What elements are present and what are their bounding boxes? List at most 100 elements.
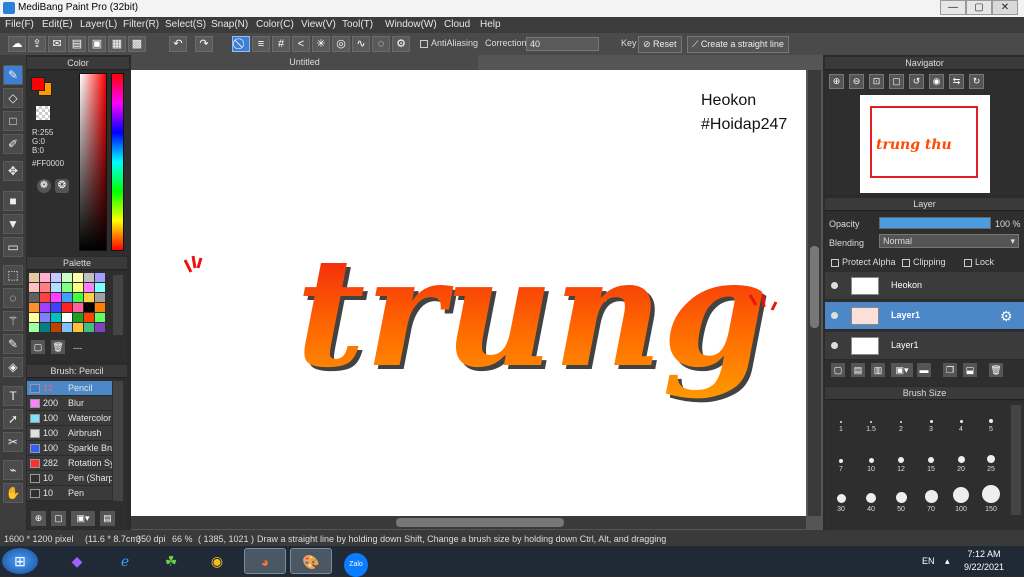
correction-select[interactable]: 40 (526, 37, 599, 51)
visibility-icon[interactable] (831, 312, 838, 319)
palette-swatch[interactable] (73, 283, 83, 292)
hand-tool-icon[interactable]: ✋ (3, 483, 23, 503)
palette-swatch[interactable] (29, 273, 39, 282)
protect-alpha-option[interactable]: Protect Alpha (831, 257, 896, 267)
color-wheel-icon[interactable]: ❁ (37, 179, 51, 193)
brush-size-option[interactable]: 150 (981, 485, 1001, 521)
canvas-vertical-scrollbar[interactable] (808, 70, 821, 516)
comment-icon[interactable]: ✉ (48, 36, 66, 52)
bucket-tool-icon[interactable]: ▼ (3, 214, 23, 234)
transparent-swatch[interactable] (36, 106, 50, 120)
menu-tool[interactable]: Tool(T) (342, 19, 373, 30)
new-halftone-layer-icon[interactable]: ▤ (851, 363, 865, 377)
layer-row[interactable]: Heokon (825, 272, 1024, 300)
palette-swatch[interactable] (62, 303, 72, 312)
menu-file[interactable]: File(F) (5, 19, 34, 30)
reset-button[interactable]: ⊘ Reset (638, 36, 682, 53)
curve-snap-icon[interactable]: ∿ (352, 36, 370, 52)
menu-edit[interactable]: Edit(E) (42, 19, 73, 30)
add-swatch-icon[interactable]: ▢ (31, 340, 45, 354)
navigator-preview[interactable]: trung thu (860, 95, 990, 193)
text-tool-icon[interactable]: T (3, 386, 23, 406)
share-icon[interactable]: ⇪ (28, 36, 46, 52)
menu-help[interactable]: Help (480, 19, 501, 30)
paint-icon[interactable]: 🎨 (290, 548, 332, 574)
protect-alpha-checkbox[interactable] (831, 258, 839, 267)
blending-select[interactable]: Normal ▾ (879, 234, 1019, 248)
brush-tool-icon[interactable]: ✎ (3, 65, 23, 85)
brush-item[interactable]: 100 Sparkle Brush (27, 441, 112, 456)
delete-swatch-icon[interactable]: 🗑 (51, 340, 65, 354)
lasso-tool-icon[interactable]: ◌ (3, 288, 23, 308)
brush-size-scrollbar[interactable] (1011, 405, 1021, 515)
antialias-checkbox[interactable] (420, 39, 428, 48)
merge-layer-icon[interactable]: ⬓ (963, 363, 977, 377)
circle-snap-icon[interactable]: ◎ (332, 36, 350, 52)
brush-size-option[interactable]: 30 (831, 485, 851, 521)
zalo-icon[interactable]: Zalo (336, 548, 376, 577)
magic-wand-icon[interactable]: ⚚ (3, 311, 23, 331)
palette-swatch[interactable] (73, 323, 83, 332)
canvas-paper[interactable]: Heokon #Hoidap247 trung thu trung thu (131, 70, 806, 516)
new-layer-icon[interactable]: ▢ (831, 363, 845, 377)
palette-swatch[interactable] (95, 313, 105, 322)
brush-size-option[interactable]: 3 (921, 405, 941, 441)
start-button-icon[interactable]: ⊞ (2, 548, 38, 574)
palette-swatch[interactable] (84, 283, 94, 292)
zoom-in-icon[interactable]: ⊕ (829, 74, 844, 89)
palette-swatch[interactable] (95, 283, 105, 292)
palette-swatch[interactable] (51, 303, 61, 312)
palette-swatch[interactable] (62, 273, 72, 282)
brush-settings-icon[interactable]: ▤ (100, 511, 115, 526)
cross-snap-icon[interactable]: # (272, 36, 290, 52)
menu-snap[interactable]: Snap(N) (211, 19, 248, 30)
move-tool-icon[interactable]: ✥ (3, 161, 23, 181)
redo-icon[interactable]: ↷ (195, 36, 213, 52)
palette-swatch[interactable] (29, 303, 39, 312)
brush-size-option[interactable]: 20 (951, 445, 971, 481)
palette-swatch[interactable] (73, 273, 83, 282)
app-icon-green[interactable]: ☘ (150, 548, 192, 574)
brush-size-option[interactable]: 10 (861, 445, 881, 481)
document-tab[interactable]: Untitled (131, 55, 478, 70)
palette-swatch[interactable] (29, 313, 39, 322)
palette-swatch[interactable] (73, 303, 83, 312)
eyedropper-tool-icon[interactable]: ⌁ (3, 460, 23, 480)
brush-size-option[interactable]: 7 (831, 445, 851, 481)
rotate-left-icon[interactable]: ↺ (909, 74, 924, 89)
fit-icon[interactable]: ⊡ (869, 74, 884, 89)
brush-size-option[interactable]: 40 (861, 485, 881, 521)
brush-size-option[interactable]: 25 (981, 445, 1001, 481)
palette-scrollbar[interactable] (113, 275, 123, 335)
chrome-icon[interactable]: ◉ (196, 548, 238, 574)
duplicate-layer-icon[interactable]: ❐ (943, 363, 957, 377)
flip-icon[interactable]: ⇆ (949, 74, 964, 89)
palette-swatch[interactable] (84, 273, 94, 282)
brush-item[interactable]: 12 Pencil (27, 381, 112, 396)
save-icon[interactable]: ▣ (88, 36, 106, 52)
clock[interactable]: 7:12 AM 9/22/2021 (958, 549, 1010, 572)
palette-swatch[interactable] (73, 293, 83, 302)
layer-type-menu-icon[interactable]: ▣▾ (891, 363, 913, 377)
brush-item[interactable]: 10 Pen (Sharp) (27, 471, 112, 486)
palette-swatch[interactable] (62, 293, 72, 302)
brush-size-option[interactable]: 2 (891, 405, 911, 441)
palette-swatch[interactable] (51, 273, 61, 282)
select-pen-icon[interactable]: ✐ (3, 134, 23, 154)
palette-swatch[interactable] (73, 313, 83, 322)
brush-size-option[interactable]: 1 (831, 405, 851, 441)
menu-layer[interactable]: Layer(L) (80, 19, 117, 30)
gear-icon[interactable]: ⚙ (1000, 308, 1013, 325)
brush-size-option[interactable]: 70 (921, 485, 941, 521)
canvas-horizontal-scrollbar[interactable] (131, 516, 806, 529)
new-file-icon[interactable]: ▤ (68, 36, 86, 52)
operation-tool-icon[interactable]: ➚ (3, 409, 23, 429)
straight-line-button[interactable]: ⟋ Create a straight line (687, 36, 789, 53)
select-eraser-icon[interactable]: ◈ (3, 357, 23, 377)
palette-swatch[interactable] (95, 273, 105, 282)
palette-swatch[interactable] (51, 323, 61, 332)
palette-swatch[interactable] (40, 293, 50, 302)
horizontal-scroll-thumb[interactable] (396, 518, 564, 527)
brush-size-option[interactable]: 100 (951, 485, 971, 521)
close-button[interactable]: ✕ (992, 0, 1018, 15)
